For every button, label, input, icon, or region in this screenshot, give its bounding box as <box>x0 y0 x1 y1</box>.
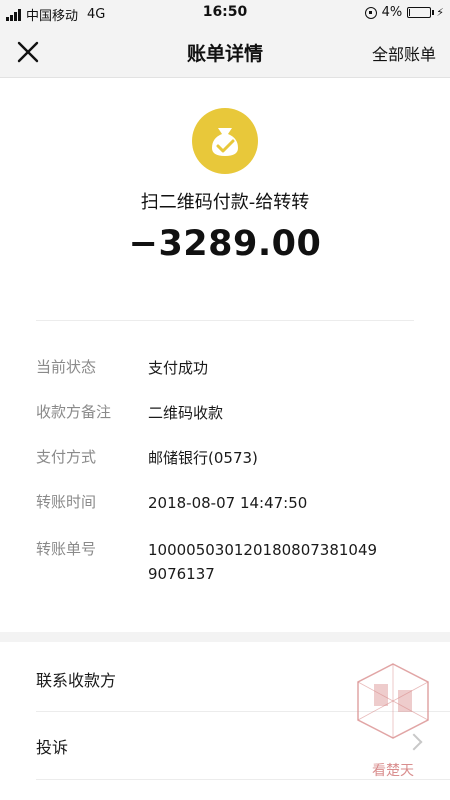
list-item-label: 联系收款方 <box>36 671 117 690</box>
detail-value: 邮储银行(0573) <box>148 449 258 467</box>
status-right: 4% ⚡ <box>364 5 444 20</box>
detail-value: 2018-08-07 14:47:50 <box>148 494 308 512</box>
battery-icon <box>407 7 435 18</box>
detail-row-order-number: 转账单号 100005030120180807381049 9076137 <box>36 538 430 586</box>
nav-bar: 账单详情 全部账单 <box>0 26 450 78</box>
chevron-right-icon <box>405 733 423 751</box>
status-bar: 中国移动 4G 16:50 4% ⚡ <box>0 0 450 26</box>
all-bills-button[interactable]: 全部账单 <box>372 41 436 65</box>
list-item-label: 投诉 <box>36 738 69 757</box>
detail-label: 支付方式 <box>36 448 97 466</box>
detail-label: 当前状态 <box>36 358 97 376</box>
detail-label: 转账时间 <box>36 493 97 511</box>
contact-payee-item[interactable]: 联系收款方 <box>0 645 450 711</box>
detail-value: 二维码收款 <box>148 404 224 422</box>
charging-icon: ⚡ <box>436 6 444 19</box>
detail-value: 100005030120180807381049 9076137 <box>148 541 378 583</box>
close-button[interactable] <box>14 38 42 66</box>
close-icon <box>17 41 39 63</box>
watermark-text: 看楚天 <box>372 763 414 779</box>
detail-value: 支付成功 <box>148 359 209 377</box>
section-gap <box>0 632 450 642</box>
detail-label: 收款方备注 <box>36 403 112 421</box>
battery-percent: 4% <box>381 5 403 20</box>
battery-fill <box>409 9 411 16</box>
detail-label: 转账单号 <box>36 540 97 558</box>
detail-row-remark: 收款方备注 二维码收款 <box>36 401 430 425</box>
rotation-lock-icon <box>364 6 377 19</box>
bill-amount: −3289.00 <box>128 224 322 264</box>
money-bag-check-icon <box>192 108 258 174</box>
detail-row-payment-method: 支付方式 邮储银行(0573) <box>36 446 430 470</box>
merchant-title: 扫二维码付款-给转转 <box>140 192 310 213</box>
detail-row-status: 当前状态 支付成功 <box>36 356 430 380</box>
detail-row-time: 转账时间 2018-08-07 14:47:50 <box>36 491 430 515</box>
divider <box>36 320 414 321</box>
